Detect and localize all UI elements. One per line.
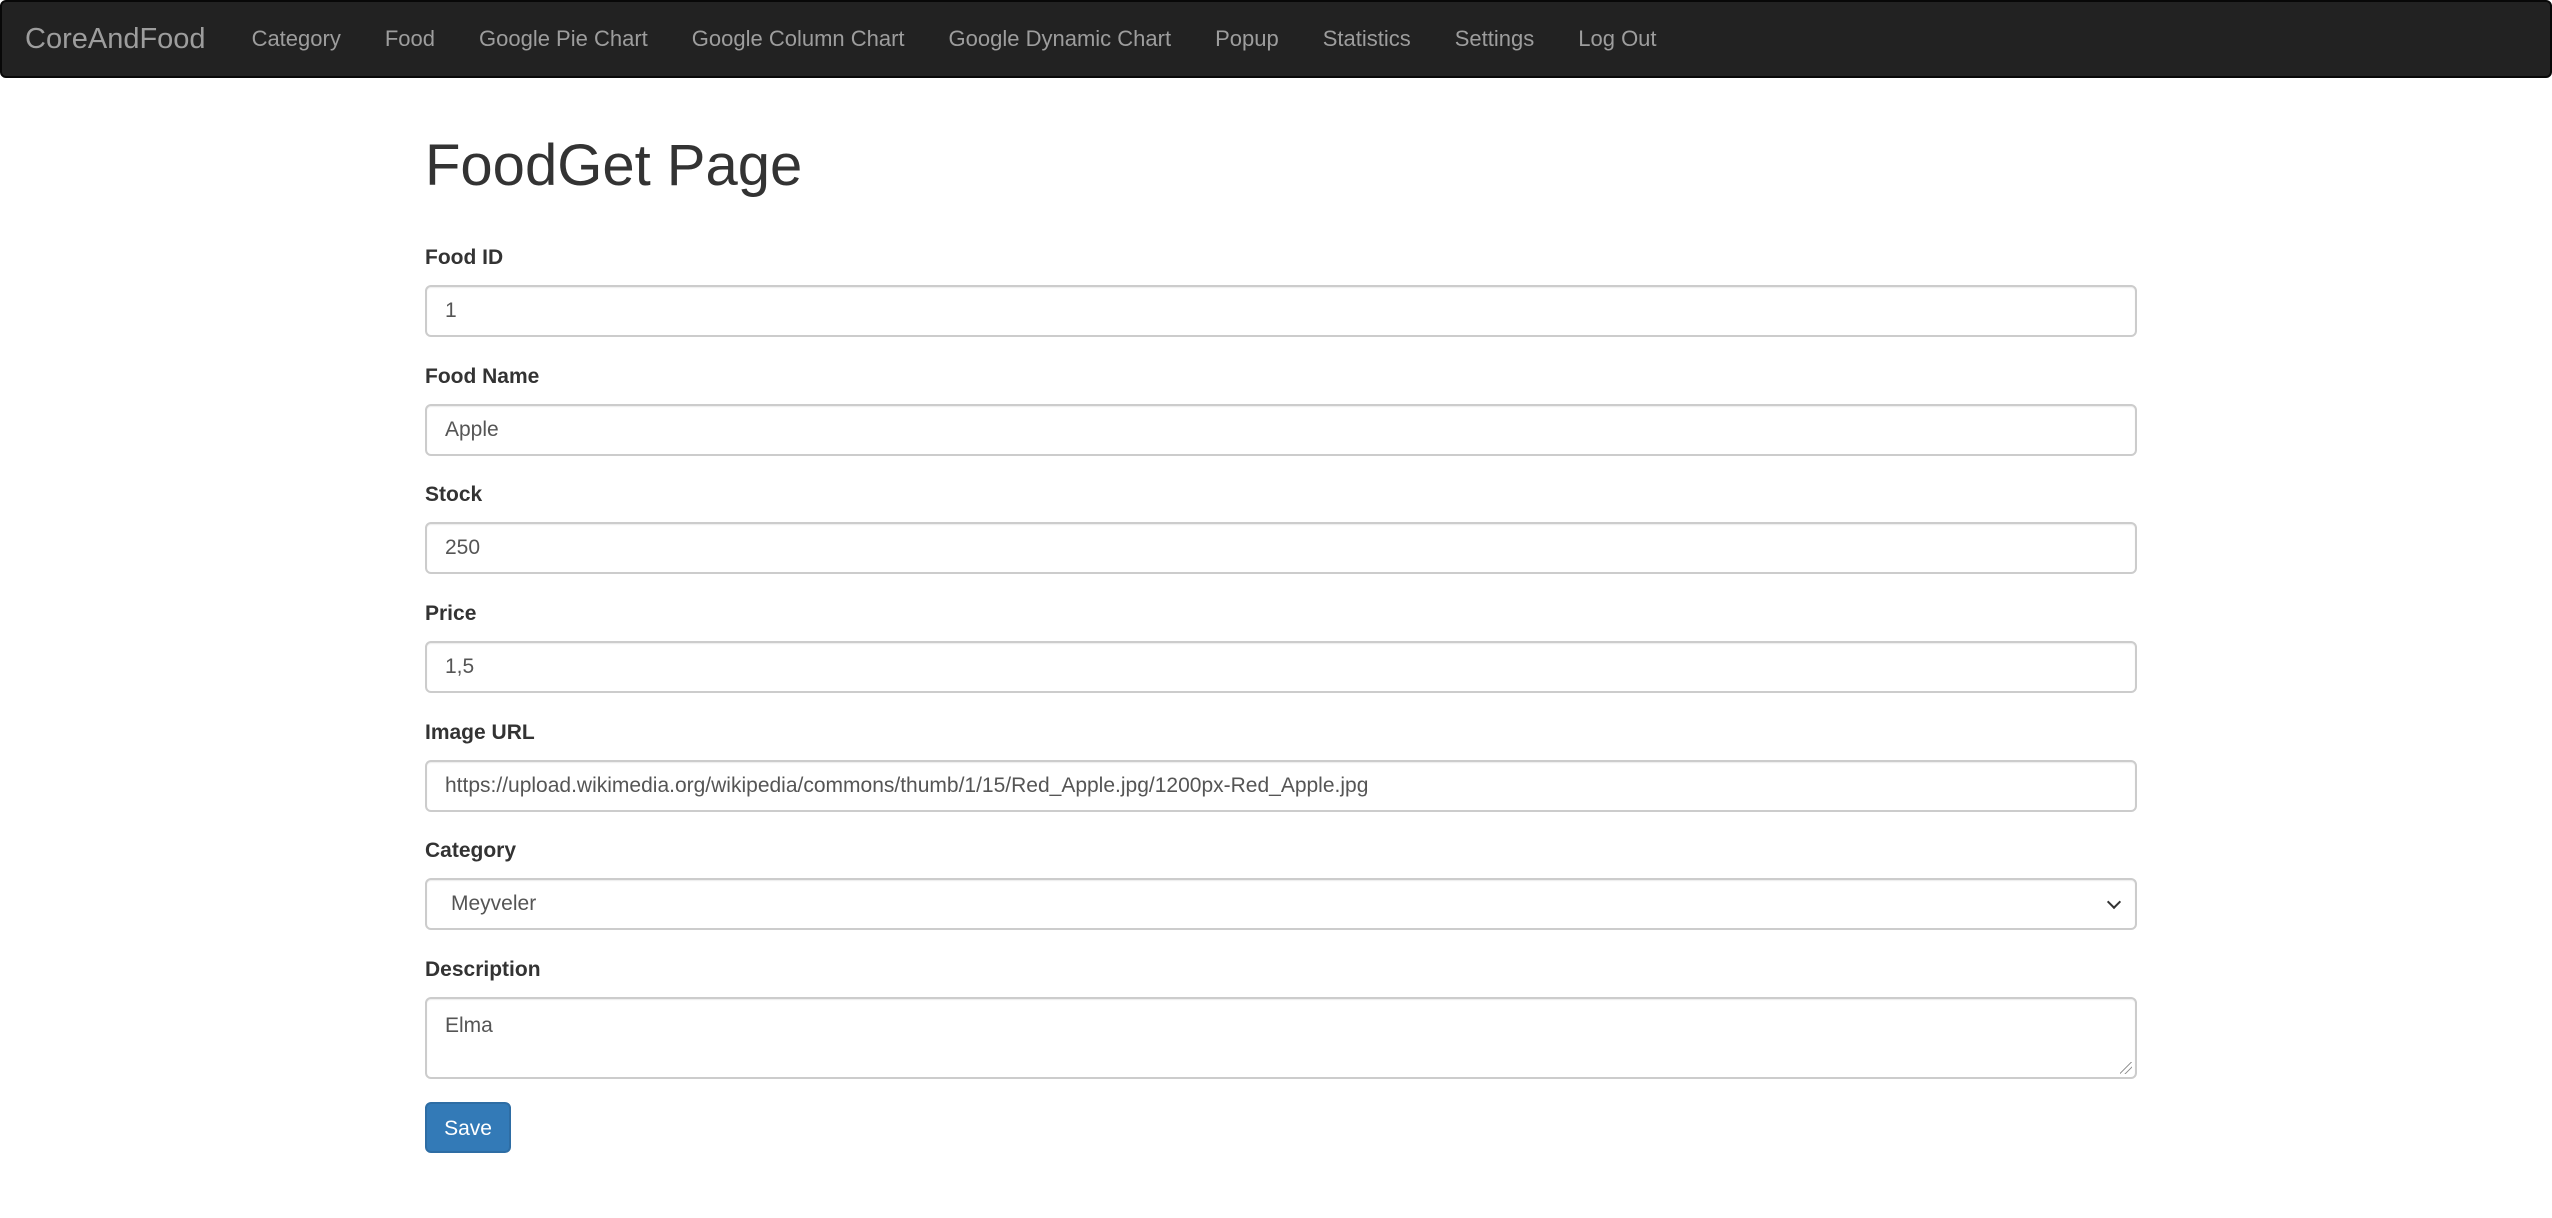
image-url-label: Image URL — [425, 721, 535, 744]
form-group-food-name: Food Name Apple — [425, 362, 2137, 456]
nav-item-log-out[interactable]: Log Out — [1556, 0, 1678, 78]
form-group-stock: Stock 250 — [425, 480, 2137, 574]
food-id-label: Food ID — [425, 246, 504, 269]
nav-item-statistics[interactable]: Statistics — [1301, 0, 1433, 78]
navbar-brand[interactable]: CoreAndFood — [2, 0, 229, 78]
save-button[interactable]: Save — [425, 1102, 511, 1153]
stock-input[interactable]: 250 — [425, 522, 2137, 574]
description-label: Description — [425, 958, 541, 981]
nav-item-category[interactable]: Category — [229, 0, 363, 78]
category-select[interactable]: Meyveler — [425, 878, 2137, 930]
category-label: Category — [425, 839, 517, 862]
page-title: FoodGet Page — [425, 133, 803, 198]
top-navbar: CoreAndFood Category Food Google Pie Cha… — [0, 0, 2552, 78]
form-group-price: Price 1,5 — [425, 599, 2137, 693]
food-name-input[interactable]: Apple — [425, 404, 2137, 456]
price-input[interactable]: 1,5 — [425, 641, 2137, 693]
nav-item-google-pie-chart[interactable]: Google Pie Chart — [457, 0, 670, 78]
resize-grip-icon[interactable] — [2120, 1062, 2132, 1074]
form-group-food-id: Food ID 1 — [425, 243, 2137, 337]
category-selected-value: Meyveler — [451, 892, 537, 915]
price-label: Price — [425, 602, 477, 625]
form-group-description: Description Elma — [425, 955, 2137, 1079]
nav-item-settings[interactable]: Settings — [1433, 0, 1557, 78]
navbar-menu: Category Food Google Pie Chart Google Co… — [229, 2, 1679, 76]
chevron-down-icon — [2106, 894, 2122, 910]
nav-item-popup[interactable]: Popup — [1193, 0, 1301, 78]
form-group-image-url: Image URL https://upload.wikimedia.org/w… — [425, 718, 2137, 812]
stock-label: Stock — [425, 483, 483, 506]
nav-item-food[interactable]: Food — [363, 0, 457, 78]
food-name-label: Food Name — [425, 365, 540, 388]
nav-item-google-dynamic-chart[interactable]: Google Dynamic Chart — [927, 0, 1194, 78]
image-url-input[interactable]: https://upload.wikimedia.org/wikipedia/c… — [425, 760, 2137, 812]
form-group-category: Category Meyveler — [425, 836, 2137, 930]
main-container: FoodGet Page Food ID 1 Food Name Apple S… — [425, 78, 2137, 1153]
description-text: Elma — [445, 1014, 493, 1037]
nav-item-google-column-chart[interactable]: Google Column Chart — [670, 0, 927, 78]
food-id-input[interactable]: 1 — [425, 285, 2137, 337]
description-textarea[interactable]: Elma — [425, 997, 2137, 1079]
